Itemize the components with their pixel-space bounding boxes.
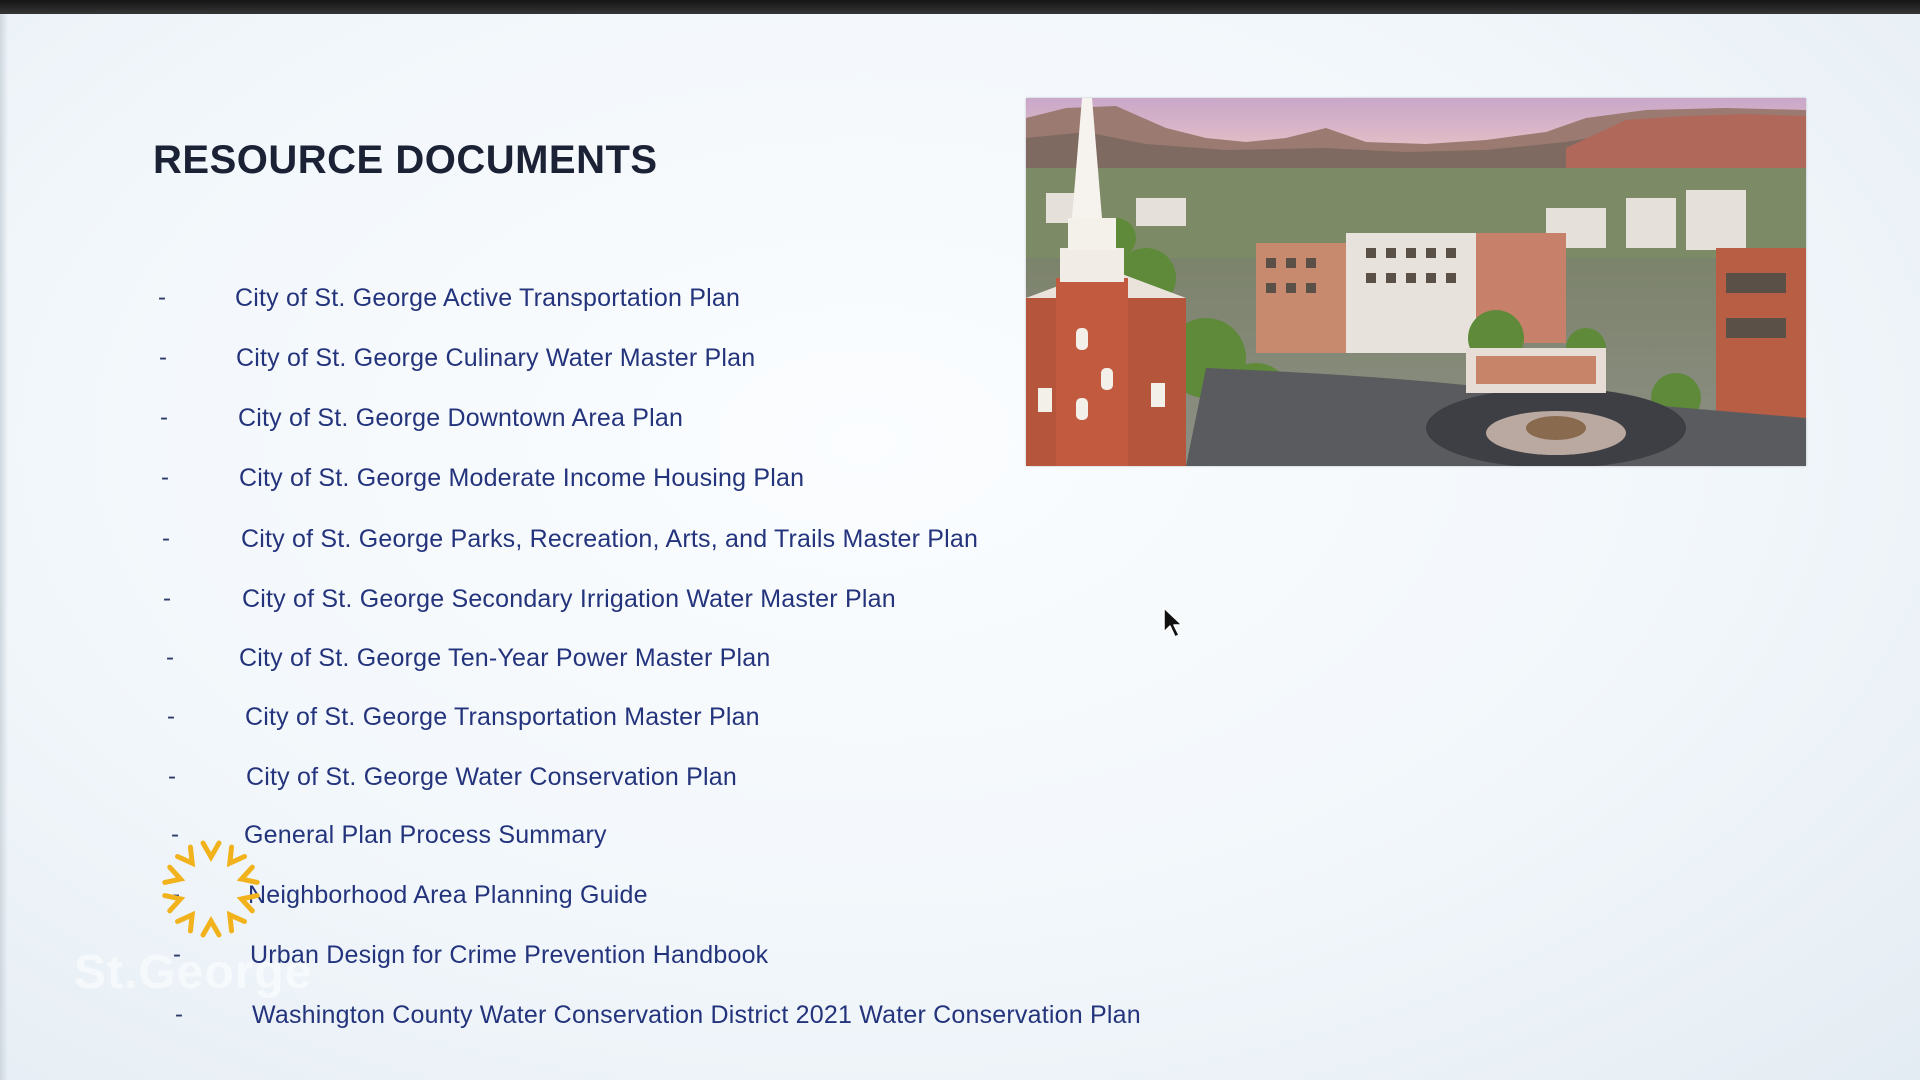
document-title: City of St. George Downtown Area Plan: [238, 404, 684, 432]
list-bullet: -: [166, 644, 174, 671]
list-bullet: -: [161, 464, 169, 491]
mouse-pointer-icon: [1162, 606, 1188, 645]
sun-logo-icon: [156, 834, 266, 949]
list-bullet: -: [162, 525, 170, 552]
document-title: City of St. George Moderate Income Housi…: [239, 464, 805, 492]
list-bullet: -: [175, 1001, 183, 1028]
downtown-aerial-photo: [1026, 98, 1806, 466]
document-title: City of St. George Active Transportation…: [235, 284, 741, 312]
list-bullet: -: [167, 703, 175, 730]
document-title: City of St. George Transportation Master…: [245, 703, 760, 731]
channel-watermark: St.George: [74, 946, 313, 999]
document-title: City of St. George Secondary Irrigation …: [242, 585, 896, 613]
list-bullet: -: [163, 585, 171, 612]
document-title: Washington County Water Conservation Dis…: [252, 1001, 1141, 1029]
list-bullet: -: [158, 284, 166, 311]
list-bullet: -: [160, 404, 168, 431]
list-bullet: -: [168, 763, 176, 790]
document-title: Urban Design for Crime Prevention Handbo…: [250, 941, 769, 969]
document-title: City of St. George Ten-Year Power Master…: [239, 644, 771, 672]
document-title: Neighborhood Area Planning Guide: [248, 881, 648, 909]
list-bullet: -: [159, 344, 167, 371]
document-title: General Plan Process Summary: [244, 821, 607, 849]
document-title: City of St. George Culinary Water Master…: [236, 344, 756, 372]
document-title: City of St. George Water Conservation Pl…: [246, 763, 738, 791]
document-title: City of St. George Parks, Recreation, Ar…: [241, 525, 979, 553]
